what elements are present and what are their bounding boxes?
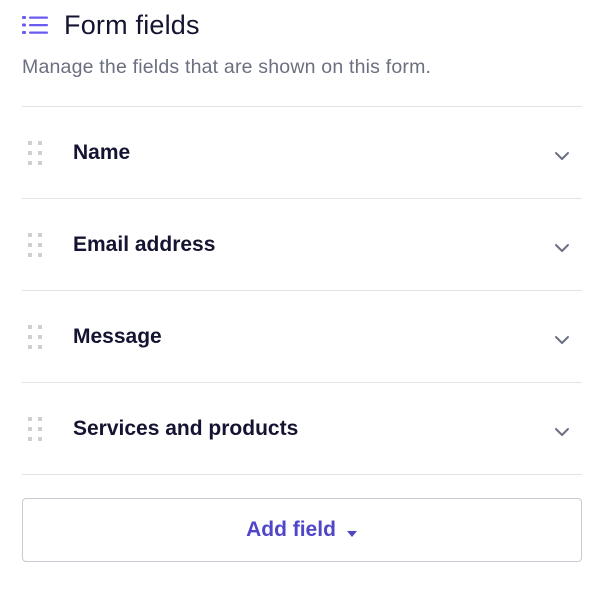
drag-handle-icon[interactable] [27,323,43,351]
caret-down-icon [346,526,358,537]
field-list: Name Email address Message Services and … [22,106,582,475]
field-row-message[interactable]: Message [22,291,582,383]
field-label: Name [73,140,131,164]
chevron-down-icon[interactable] [554,148,570,160]
chevron-down-icon[interactable] [554,240,570,252]
field-label: Email address [73,232,216,256]
chevron-down-icon[interactable] [554,424,570,436]
drag-handle-icon[interactable] [27,415,43,443]
chevron-down-icon[interactable] [554,332,570,344]
drag-handle-icon[interactable] [27,139,43,167]
field-label: Message [73,324,162,348]
page-subtitle: Manage the fields that are shown on this… [22,56,432,78]
field-row-services-and-products[interactable]: Services and products [22,383,582,475]
field-label: Services and products [73,416,299,440]
panel-header: Form fields [22,10,200,40]
list-icon [22,14,48,36]
drag-handle-icon[interactable] [27,231,43,259]
add-field-button[interactable]: Add field [22,498,582,562]
field-row-name[interactable]: Name [22,107,582,199]
add-field-label: Add field [246,518,336,541]
field-row-email-address[interactable]: Email address [22,199,582,291]
page-title: Form fields [64,9,200,40]
